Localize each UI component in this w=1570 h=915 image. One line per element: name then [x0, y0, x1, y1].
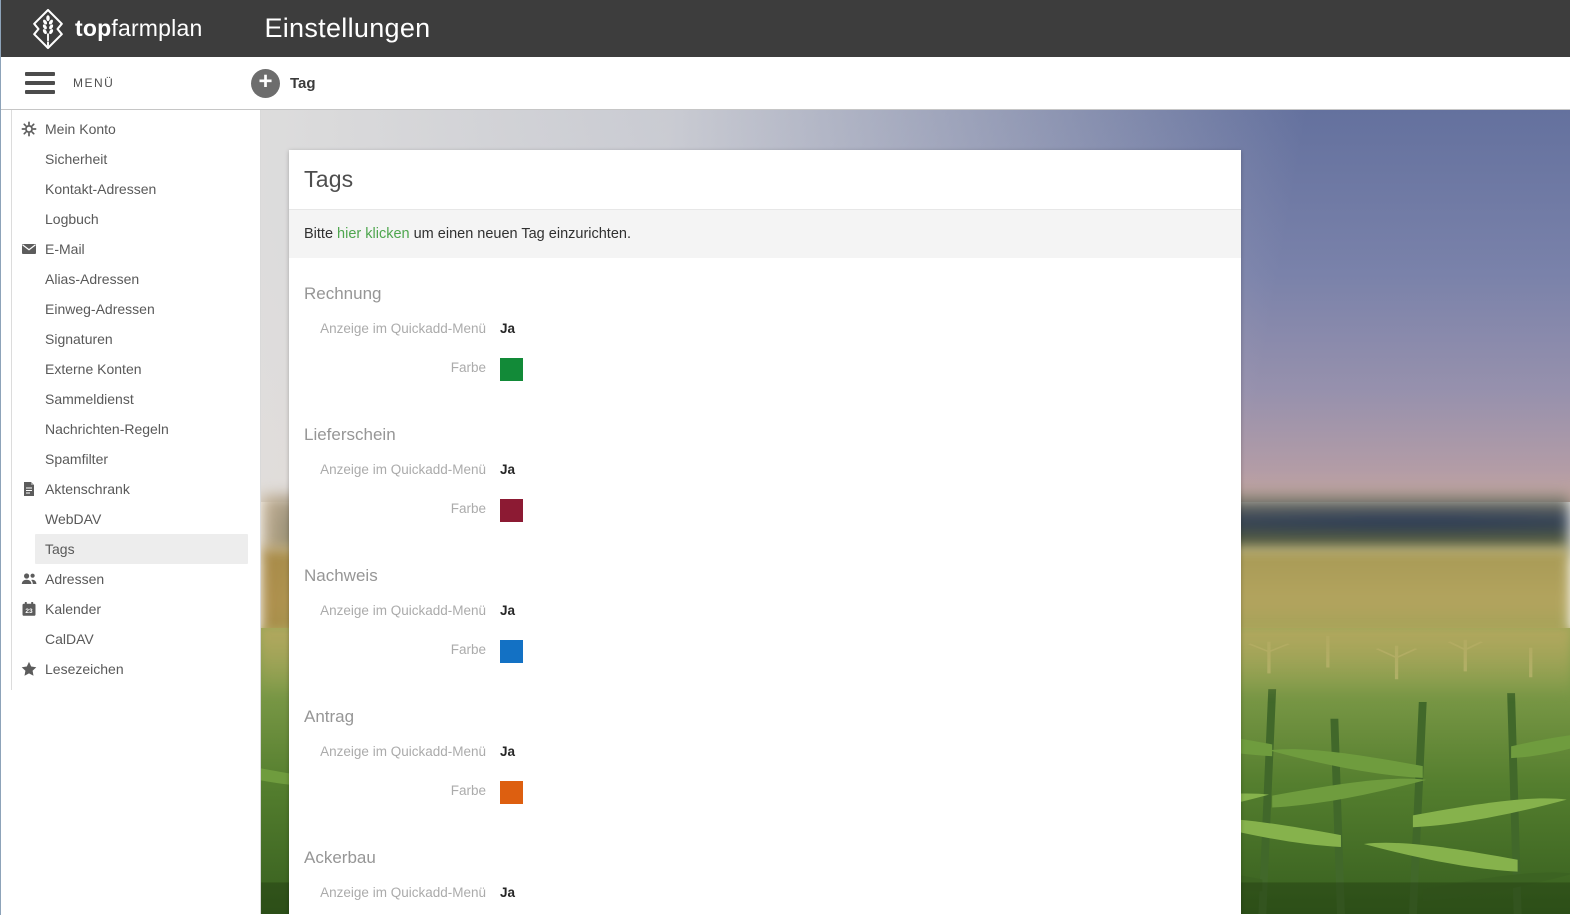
sidebar-item-kontakt-adressen[interactable]: Kontakt-Adressen	[35, 174, 248, 204]
wheat-logo-icon	[33, 8, 63, 49]
sidebar-item-signaturen[interactable]: Signaturen	[35, 324, 248, 354]
sidebar-item-alias-adressen[interactable]: Alias-Adressen	[35, 264, 248, 294]
notice-bar: Bitte hier klicken um einen neuen Tag ei…	[289, 210, 1241, 258]
color-label: Farbe	[450, 360, 486, 375]
sidebar-item-mein-konto[interactable]: Mein Konto	[21, 114, 248, 144]
quickadd-label: Anzeige im Quickadd-Menü	[320, 885, 486, 900]
quickadd-value: Ja	[500, 744, 516, 759]
sidebar-item-lesezeichen[interactable]: Lesezeichen	[21, 654, 248, 684]
sidebar-item-sammeldienst[interactable]: Sammeldienst	[35, 384, 248, 414]
sidebar-item-caldav[interactable]: CalDAV	[35, 624, 248, 654]
sidebar: Mein Konto Sicherheit Kontakt-Adressen L…	[1, 110, 261, 914]
tag-section-lieferschein: Lieferschein Anzeige im Quickadd-Menü Ja…	[304, 381, 1226, 522]
sidebar-item-e-mail[interactable]: E-Mail	[22, 234, 248, 264]
svg-text:23: 23	[25, 608, 33, 615]
color-label: Farbe	[450, 642, 486, 657]
quickadd-label: Anzeige im Quickadd-Menü	[320, 321, 486, 336]
quickadd-row: Anzeige im Quickadd-Menü Ja	[304, 742, 1226, 761]
notice-prefix: Bitte	[304, 226, 338, 242]
notice-suffix: um einen neuen Tag einzurichten.	[409, 226, 631, 242]
color-swatch[interactable]	[500, 640, 523, 663]
users-icon	[21, 571, 37, 587]
sidebar-item-adressen[interactable]: Adressen	[21, 564, 248, 594]
hamburger-icon	[25, 72, 55, 94]
add-tag-button[interactable]: + Tag	[251, 68, 316, 98]
color-row: Farbe	[304, 781, 1226, 804]
quickadd-value: Ja	[500, 321, 516, 336]
tag-name: Lieferschein	[304, 425, 396, 444]
quickadd-row: Anzeige im Quickadd-Menü Ja	[304, 460, 1226, 479]
gear-icon	[21, 121, 37, 137]
sidebar-item-spamfilter[interactable]: Spamfilter	[35, 444, 248, 474]
sidebar-item-nachrichten-regeln[interactable]: Nachrichten-Regeln	[35, 414, 248, 444]
sidebar-item-webdav[interactable]: WebDAV	[35, 504, 248, 534]
calendar-icon: 23	[21, 601, 37, 617]
toolbar: MENÜ + Tag	[1, 57, 1570, 110]
quickadd-row: Anzeige im Quickadd-Menü Ja	[304, 883, 1226, 902]
sidebar-menu: Mein Konto Sicherheit Kontakt-Adressen L…	[11, 110, 260, 690]
sidebar-item-tags[interactable]: Tags	[35, 534, 248, 564]
tags-panel: Tags Bitte hier klicken um einen neuen T…	[289, 150, 1241, 914]
quickadd-label: Anzeige im Quickadd-Menü	[320, 603, 486, 618]
menu-label: MENÜ	[73, 76, 115, 90]
app-header: topfarmplan Einstellungen	[1, 0, 1570, 57]
menu-toggle-button[interactable]: MENÜ	[1, 72, 237, 94]
color-swatch[interactable]	[500, 781, 523, 804]
file-icon	[21, 481, 37, 497]
color-row: Farbe	[304, 358, 1226, 381]
app-window: topfarmplan Einstellungen MENÜ + Tag Mei…	[0, 0, 1570, 915]
color-row: Farbe	[304, 499, 1226, 522]
quickadd-label: Anzeige im Quickadd-Menü	[320, 462, 486, 477]
envelope-icon	[21, 241, 37, 257]
sidebar-item-externe-konten[interactable]: Externe Konten	[35, 354, 248, 384]
tag-name: Rechnung	[304, 284, 382, 303]
tag-section-rechnung: Rechnung Anzeige im Quickadd-Menü Ja Far…	[304, 258, 1226, 381]
color-label: Farbe	[450, 783, 486, 798]
plus-icon: +	[251, 68, 280, 98]
tag-name: Ackerbau	[304, 848, 376, 867]
page-title: Einstellungen	[264, 13, 431, 43]
quickadd-value: Ja	[500, 462, 516, 477]
tag-section-ackerbau: Ackerbau Anzeige im Quickadd-Menü Ja	[304, 804, 1226, 902]
tag-name: Nachweis	[304, 566, 378, 585]
quickadd-row: Anzeige im Quickadd-Menü Ja	[304, 319, 1226, 338]
tag-section-antrag: Antrag Anzeige im Quickadd-Menü Ja Farbe	[304, 663, 1226, 804]
sidebar-item-kalender[interactable]: 23 Kalender	[22, 594, 248, 624]
color-swatch[interactable]	[500, 499, 523, 522]
sidebar-item-aktenschrank[interactable]: Aktenschrank	[24, 474, 248, 504]
quickadd-label: Anzeige im Quickadd-Menü	[320, 744, 486, 759]
star-icon	[21, 661, 37, 677]
color-label: Farbe	[450, 501, 486, 516]
logo-text: topfarmplan	[75, 15, 203, 41]
sidebar-item-einweg-adressen[interactable]: Einweg-Adressen	[35, 294, 248, 324]
main-area: Tags Bitte hier klicken um einen neuen T…	[261, 110, 1570, 914]
quickadd-value: Ja	[500, 603, 516, 618]
color-row: Farbe	[304, 640, 1226, 663]
tag-section-nachweis: Nachweis Anzeige im Quickadd-Menü Ja Far…	[304, 522, 1226, 663]
quickadd-row: Anzeige im Quickadd-Menü Ja	[304, 601, 1226, 620]
add-tag-label: Tag	[290, 74, 316, 92]
color-swatch[interactable]	[500, 358, 523, 381]
create-tag-link[interactable]: hier klicken	[337, 226, 410, 242]
sidebar-item-sicherheit[interactable]: Sicherheit	[35, 144, 248, 174]
logo[interactable]: topfarmplan	[29, 7, 202, 51]
panel-header: Tags	[289, 150, 1241, 210]
tag-list: Rechnung Anzeige im Quickadd-Menü Ja Far…	[289, 258, 1241, 914]
sidebar-item-logbuch[interactable]: Logbuch	[35, 204, 248, 234]
panel-title: Tags	[304, 166, 354, 192]
tag-name: Antrag	[304, 707, 355, 726]
quickadd-value: Ja	[500, 885, 516, 900]
